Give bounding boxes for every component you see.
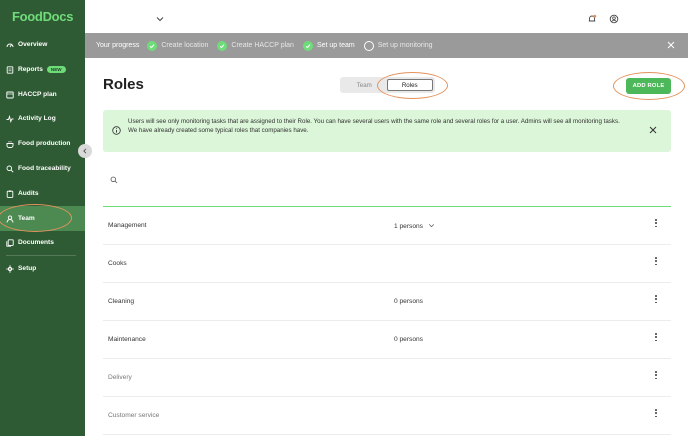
progress-step-create-haccp-plan[interactable]: Create HACCP plan — [217, 40, 294, 51]
user-account-icon[interactable] — [609, 11, 619, 29]
progress-step-label: Set up team — [316, 42, 355, 49]
progress-step-create-location[interactable]: Create location — [147, 40, 209, 51]
info-line: We have already created some typical rol… — [128, 127, 309, 134]
role-name: Delivery — [108, 374, 132, 381]
food-production-icon — [6, 140, 14, 148]
sidebar-item-overview[interactable]: Overview — [0, 32, 85, 57]
tab-team[interactable]: Team — [342, 79, 387, 91]
new-badge: NEW — [46, 66, 66, 73]
sidebar-item-label: Activity Log — [18, 115, 56, 122]
sidebar-item-label: HACCP plan — [18, 91, 57, 98]
search-icon — [110, 171, 118, 189]
sidebar-item-food-production[interactable]: Food production — [0, 131, 85, 156]
role-name: Customer service — [108, 412, 160, 419]
audits-icon — [6, 190, 14, 198]
sidebar-item-label: Audits — [18, 190, 39, 197]
sidebar-collapse-button[interactable] — [78, 144, 92, 158]
sidebar-item-setup[interactable]: Setup — [0, 256, 85, 281]
top-bar — [85, 0, 688, 33]
sidebar-item-activity-log[interactable]: Activity Log — [0, 106, 85, 131]
haccp-icon — [6, 91, 14, 99]
add-role-button[interactable]: ADD ROLE — [626, 78, 671, 94]
role-count-text: 0 persons — [394, 336, 423, 343]
role-row-cooks[interactable]: Cooks — [103, 245, 671, 283]
role-row-customer-service[interactable]: Customer service — [103, 397, 671, 435]
role-row-cleaning[interactable]: Cleaning 0 persons — [103, 283, 671, 321]
check-icon — [147, 40, 158, 51]
role-person-count[interactable]: 1 persons — [394, 222, 435, 231]
info-banner: Users will see only monitoring tasks tha… — [103, 110, 671, 152]
search-icon — [6, 165, 14, 173]
sidebar-item-audits[interactable]: Audits — [0, 181, 85, 206]
progress-bar: Your progress Create location Create HAC… — [85, 33, 688, 58]
check-icon — [217, 40, 228, 51]
tab-roles[interactable]: Roles — [386, 79, 433, 91]
info-line: Users will see only monitoring tasks tha… — [128, 118, 620, 125]
more-options-icon[interactable] — [655, 295, 657, 304]
progress-step-label: Set up monitoring — [377, 42, 433, 49]
close-icon[interactable] — [667, 41, 675, 51]
sidebar-item-label: Food traceability — [18, 165, 71, 172]
chevron-left-icon — [83, 148, 87, 154]
sidebar-item-label: Documents — [18, 239, 54, 246]
role-name: Management — [108, 222, 147, 229]
progress-step-set-up-monitoring[interactable]: Set up monitoring — [363, 40, 433, 51]
team-roles-toggle: Team Roles — [340, 77, 435, 93]
more-options-icon[interactable] — [655, 219, 657, 228]
role-row-maintenance[interactable]: Maintenance 0 persons — [103, 321, 671, 359]
reports-icon — [6, 65, 14, 74]
notification-bell-icon[interactable] — [587, 11, 597, 29]
user-icon — [6, 214, 14, 223]
more-options-icon[interactable] — [655, 333, 657, 342]
role-row-management[interactable]: Management 1 persons — [103, 207, 671, 245]
sidebar-item-reports[interactable]: Reports NEW — [0, 57, 85, 82]
empty-circle-icon — [363, 40, 374, 51]
progress-step-label: Create location — [161, 42, 209, 49]
role-name: Cooks — [108, 260, 127, 267]
more-options-icon[interactable] — [655, 409, 657, 418]
more-options-icon[interactable] — [655, 371, 657, 380]
sidebar-item-label: Overview — [18, 41, 48, 48]
page-title: Roles — [103, 76, 144, 93]
role-person-count: 0 persons — [394, 298, 423, 305]
role-count-text: 0 persons — [394, 298, 423, 305]
info-icon — [112, 126, 121, 138]
sidebar-item-label: Food production — [18, 140, 71, 147]
search-input[interactable] — [122, 168, 662, 182]
progress-step-label: Create HACCP plan — [231, 42, 294, 49]
sidebar-item-label: Team — [18, 215, 35, 222]
role-name: Cleaning — [108, 298, 135, 305]
close-icon[interactable] — [649, 126, 657, 137]
progress-title: Your progress — [96, 42, 140, 49]
chevron-down-icon — [428, 222, 435, 231]
role-person-count: 0 persons — [394, 336, 423, 343]
info-text: Users will see only monitoring tasks tha… — [128, 117, 638, 135]
sidebar-item-documents[interactable]: Documents — [0, 230, 85, 255]
overview-icon — [6, 41, 14, 49]
documents-icon — [6, 238, 14, 247]
sidebar-item-label: Setup — [18, 265, 37, 272]
check-icon — [302, 40, 313, 51]
role-name: Maintenance — [108, 336, 146, 343]
gear-icon — [6, 264, 14, 273]
more-options-icon[interactable] — [655, 257, 657, 266]
sidebar-item-food-traceability[interactable]: Food traceability — [0, 156, 85, 181]
app-logo: FoodDocs — [12, 9, 74, 24]
role-count-text: 1 persons — [394, 223, 423, 230]
role-row-delivery[interactable]: Delivery — [103, 359, 671, 397]
location-dropdown-chevron-icon[interactable] — [155, 11, 165, 29]
activity-icon — [6, 114, 14, 123]
sidebar-item-label: Reports — [18, 66, 43, 73]
sidebar-item-haccp-plan[interactable]: HACCP plan — [0, 82, 85, 107]
progress-step-set-up-team[interactable]: Set up team — [302, 40, 355, 51]
sidebar: FoodDocs Overview Reports NEW HACCP plan… — [0, 0, 85, 436]
sidebar-item-team[interactable]: Team — [0, 206, 85, 231]
